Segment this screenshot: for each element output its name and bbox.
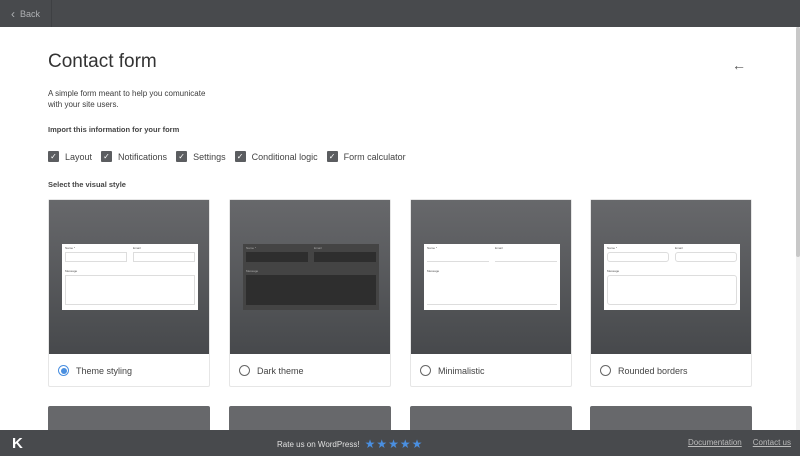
preview-name-label: Name * xyxy=(607,246,618,250)
checkbox-label: Settings xyxy=(193,151,226,162)
check-icon: ✓ xyxy=(234,151,246,162)
style-card-dark-theme[interactable]: Name * Email Message Dark theme xyxy=(229,199,391,387)
radio-button[interactable] xyxy=(420,365,431,376)
contact-us-link[interactable]: Contact us xyxy=(753,438,791,447)
rate-text: Rate us on WordPress! xyxy=(277,439,360,449)
preview-email-label: Email xyxy=(314,246,322,250)
checkbox-settings[interactable]: ✓ Settings xyxy=(176,151,226,162)
checkbox-label: Conditional logic xyxy=(251,151,318,162)
star-rating-icon[interactable]: ★★★★★ xyxy=(365,437,424,451)
style-card[interactable] xyxy=(590,406,752,430)
style-card-theme-styling[interactable]: Name * Email Message Theme styling xyxy=(48,199,210,387)
check-icon: ✓ xyxy=(176,151,188,162)
style-label: Minimalistic xyxy=(438,365,485,376)
back-label: Back xyxy=(20,8,41,19)
form-preview: Name * Email Message xyxy=(62,244,198,310)
style-card-minimalistic[interactable]: Name * Email Message Minimalistic xyxy=(410,199,572,387)
preview-name-label: Name * xyxy=(246,246,257,250)
checkbox-form-calculator[interactable]: ✓ Form calculator xyxy=(326,151,406,162)
style-card[interactable] xyxy=(229,406,391,430)
chevron-left-icon: ‹ xyxy=(11,6,15,21)
import-checkboxes: ✓ Layout ✓ Notifications ✓ Settings ✓ Condit… xyxy=(48,151,406,162)
style-label: Rounded borders xyxy=(618,365,688,376)
style-label: Dark theme xyxy=(257,365,304,376)
checkbox-notifications[interactable]: ✓ Notifications xyxy=(101,151,167,162)
page-title: Contact form xyxy=(48,51,157,72)
arrow-left-icon[interactable]: ← xyxy=(732,57,746,73)
preview-message-label: Message xyxy=(427,269,440,273)
logo: K xyxy=(12,435,23,452)
style-card[interactable] xyxy=(410,406,572,430)
style-card[interactable] xyxy=(48,406,210,430)
style-preview: Name * Email Message xyxy=(49,200,209,354)
preview-message-label: Message xyxy=(246,269,259,273)
top-bar: ‹ Back xyxy=(0,0,800,27)
preview-email-label: Email xyxy=(133,246,141,250)
preview-name-label: Name * xyxy=(65,246,76,250)
checkbox-label: Form calculator xyxy=(343,151,406,162)
checkbox-conditional-logic[interactable]: ✓ Conditional logic xyxy=(234,151,318,162)
form-preview: Name * Email Message xyxy=(424,244,560,310)
style-card-rounded-borders[interactable]: Name * Email Message Rounded borders xyxy=(590,199,752,387)
style-preview: Name * Email Message xyxy=(411,200,571,354)
rate-us[interactable]: Rate us on WordPress! ★★★★★ xyxy=(277,437,423,451)
style-preview: Name * Email Message xyxy=(591,200,751,354)
checkbox-label: Notifications xyxy=(118,151,168,162)
form-preview: Name * Email Message xyxy=(604,244,740,310)
preview-email-label: Email xyxy=(495,246,503,250)
radio-button[interactable] xyxy=(600,365,611,376)
preview-name-label: Name * xyxy=(427,246,438,250)
check-icon: ✓ xyxy=(101,151,113,162)
checkbox-layout[interactable]: ✓ Layout xyxy=(48,151,92,162)
main-content: Contact form ← A simple form meant to he… xyxy=(0,27,796,430)
checkbox-label: Layout xyxy=(65,151,93,162)
documentation-link[interactable]: Documentation xyxy=(688,438,742,447)
check-icon: ✓ xyxy=(48,151,59,162)
scrollbar[interactable] xyxy=(796,27,800,430)
page-description: A simple form meant to help you comunica… xyxy=(48,89,206,109)
radio-button[interactable] xyxy=(58,365,69,376)
back-button[interactable]: ‹ Back xyxy=(0,0,52,27)
check-icon: ✓ xyxy=(326,151,338,162)
import-label: Import this information for your form xyxy=(48,125,180,134)
form-preview: Name * Email Message xyxy=(243,244,379,310)
radio-button[interactable] xyxy=(239,365,250,376)
style-label: Select the visual style xyxy=(48,180,126,189)
preview-message-label: Message xyxy=(65,269,78,273)
style-preview: Name * Email Message xyxy=(230,200,390,354)
preview-message-label: Message xyxy=(607,269,620,273)
style-label: Theme styling xyxy=(76,365,133,376)
footer: K Rate us on WordPress! ★★★★★ Documentati… xyxy=(0,430,800,456)
preview-email-label: Email xyxy=(675,246,683,250)
